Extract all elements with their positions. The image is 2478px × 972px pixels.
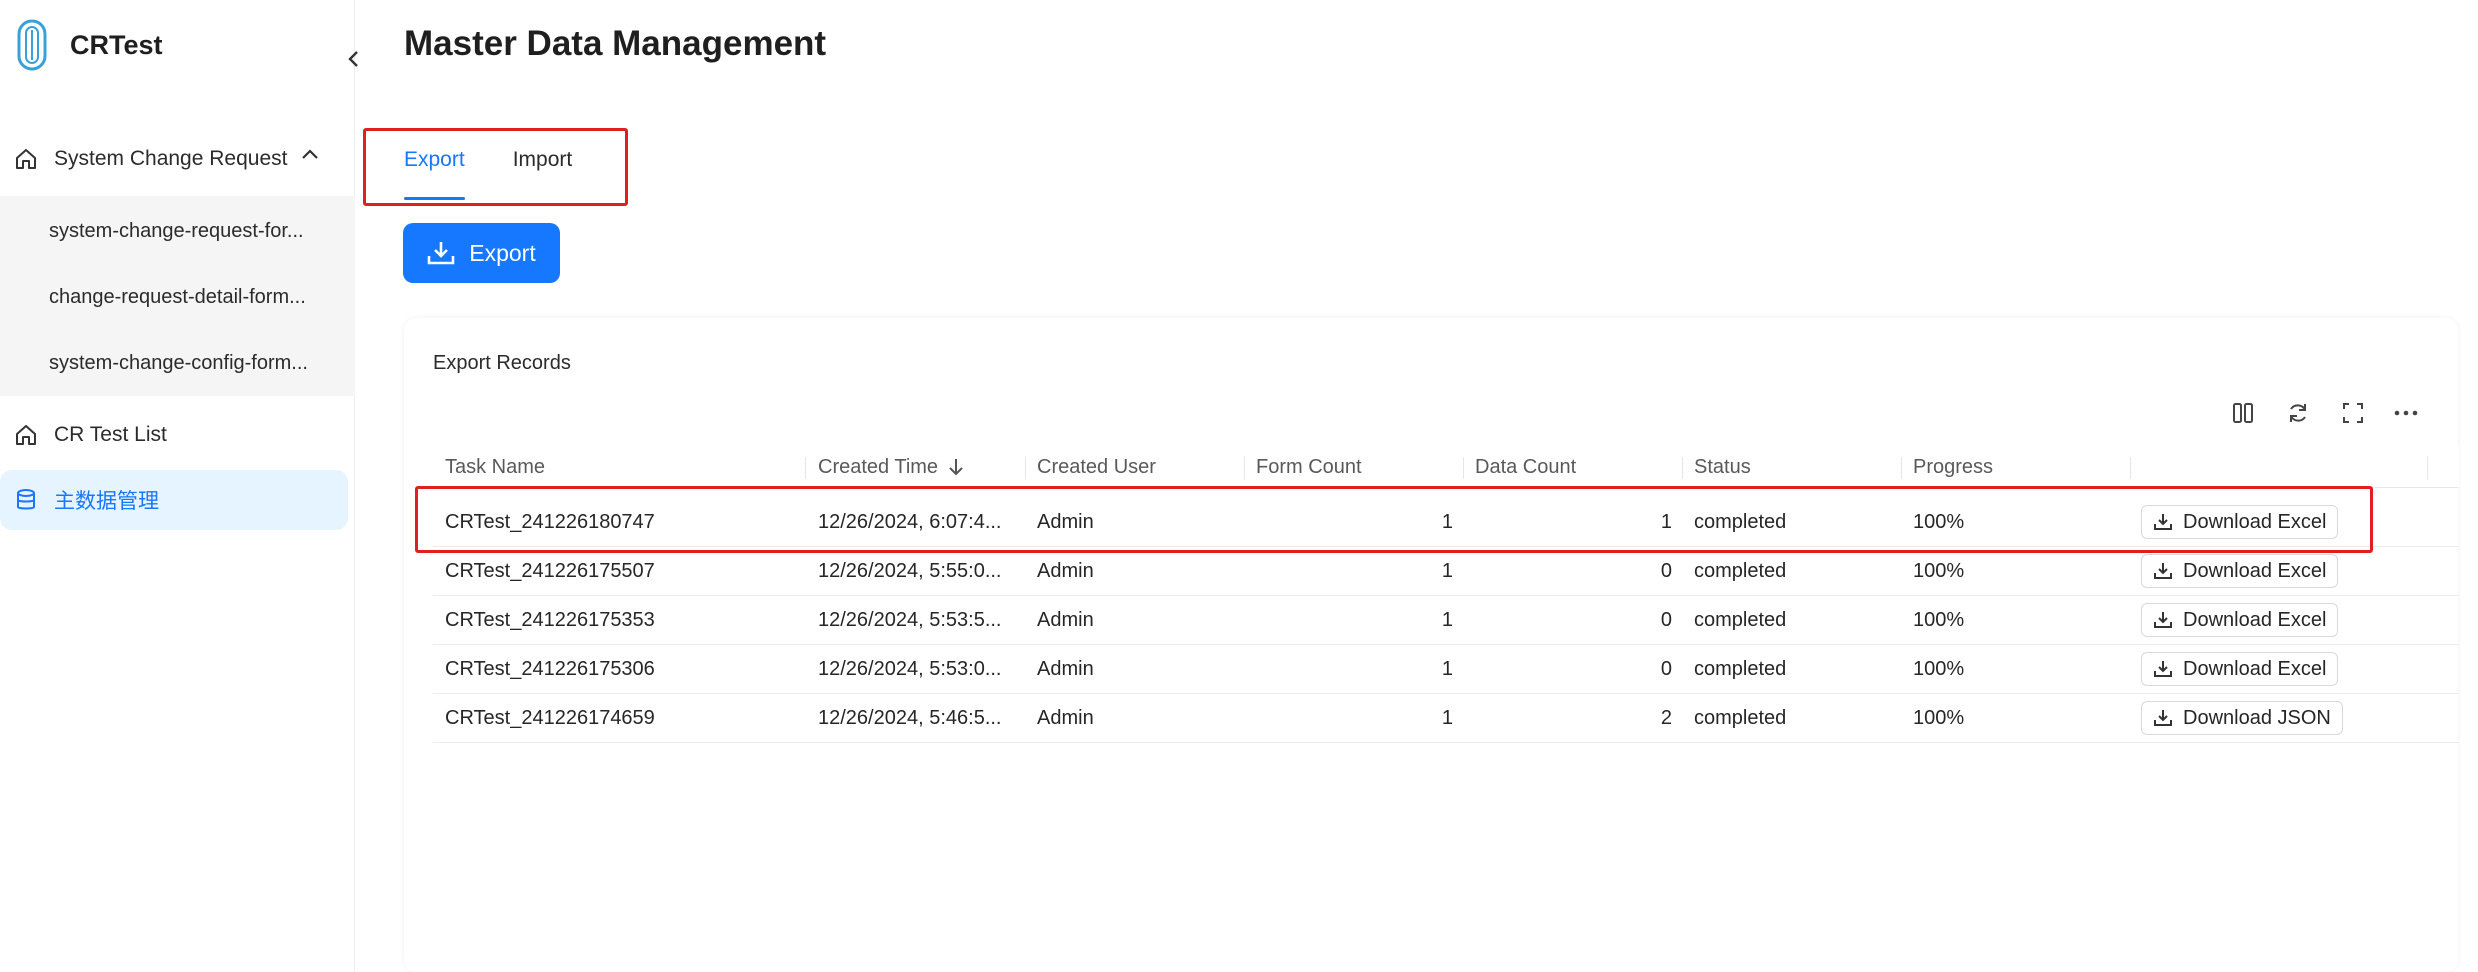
cell-data-count: 0 [1660, 609, 1672, 631]
download-excel-button[interactable]: Download Excel [2141, 652, 2339, 686]
cell-created-user: Admin [1037, 658, 1094, 680]
cell-status: completed [1694, 658, 1787, 680]
download-button-label: Download Excel [2183, 559, 2327, 582]
cell-created-user: Admin [1037, 609, 1094, 631]
column-divider [2427, 457, 2428, 479]
database-icon [14, 488, 38, 512]
sidebar: CRTest System Change Request system-chan… [0, 0, 358, 972]
table-header: Task Name Created Time Created User Form… [433, 446, 2459, 488]
column-header-task-name[interactable]: Task Name [433, 446, 805, 488]
cell-progress: 100% [1913, 707, 1965, 729]
chevron-up-icon [302, 149, 318, 159]
cell-progress: 100% [1913, 658, 1965, 680]
cell-form-count: 1 [1441, 707, 1453, 729]
download-icon [2153, 659, 2173, 679]
cell-progress: 100% [1913, 560, 1965, 582]
sidebar-subitem-system-change-config-form[interactable]: system-change-config-form... [49, 333, 334, 393]
sidebar-item-master-data[interactable]: 主数据管理 [0, 470, 348, 530]
sidebar-item-label: System Change Request [54, 147, 288, 170]
sidebar-subitem-change-request-detail-form[interactable]: change-request-detail-form... [49, 267, 334, 327]
column-divider [2130, 457, 2131, 479]
cell-status: completed [1694, 609, 1787, 631]
cell-status: completed [1694, 560, 1787, 582]
column-header-status[interactable]: Status [1682, 446, 1901, 488]
download-excel-button[interactable]: Download Excel [2141, 603, 2339, 637]
cell-created-user: Admin [1037, 707, 1094, 729]
table-row: CRTest_241226175507 12/26/2024, 5:55:0..… [433, 547, 2459, 596]
cell-task-name: CRTest_241226175306 [445, 658, 655, 680]
cell-task-name: CRTest_241226174659 [445, 707, 655, 729]
download-button-label: Download Excel [2183, 657, 2327, 680]
cell-task-name: CRTest_241226175353 [445, 609, 655, 631]
sort-descending-icon [949, 459, 963, 476]
card-title: Export Records [433, 352, 571, 374]
column-header-data-count[interactable]: Data Count [1463, 446, 1682, 488]
export-button[interactable]: Export [403, 223, 560, 283]
cell-created-time: 12/26/2024, 5:46:5... [818, 707, 1002, 729]
download-icon [2153, 708, 2173, 728]
table-row: CRTest_241226174659 12/26/2024, 5:46:5..… [433, 694, 2459, 743]
download-icon [2153, 561, 2173, 581]
cell-form-count: 1 [1441, 560, 1453, 582]
home-icon [14, 423, 38, 447]
refresh-icon[interactable] [2283, 398, 2313, 428]
column-header-created-user[interactable]: Created User [1025, 446, 1244, 488]
chevron-left-icon [348, 51, 358, 67]
column-header-progress[interactable]: Progress [1901, 446, 2130, 488]
column-header-form-count[interactable]: Form Count [1244, 446, 1463, 488]
cell-data-count: 0 [1660, 658, 1672, 680]
highlight-box-tabs [363, 128, 628, 206]
cell-task-name: CRTest_241226175507 [445, 560, 655, 582]
cell-created-time: 12/26/2024, 5:55:0... [818, 560, 1002, 582]
cell-created-time: 12/26/2024, 5:53:0... [818, 658, 1002, 680]
column-settings-icon[interactable] [2228, 398, 2258, 428]
table-row: CRTest_241226175353 12/26/2024, 5:53:5..… [433, 596, 2459, 645]
sidebar-item-label: CR Test List [54, 423, 167, 446]
app-name: CRTest [70, 29, 163, 60]
download-excel-button[interactable]: Download Excel [2141, 554, 2339, 588]
cell-form-count: 1 [1441, 658, 1453, 680]
sidebar-collapse-button[interactable] [340, 45, 368, 73]
download-json-button[interactable]: Download JSON [2141, 701, 2343, 735]
more-icon[interactable] [2391, 398, 2421, 428]
page-title: Master Data Management [404, 24, 827, 63]
sidebar-item-cr-test-list[interactable]: CR Test List [0, 405, 348, 465]
sidebar-item-system-change-request[interactable]: System Change Request [0, 129, 348, 189]
logo-icon [17, 19, 47, 71]
cell-progress: 100% [1913, 609, 1965, 631]
column-header-label: Created Time [818, 455, 939, 478]
cell-created-time: 12/26/2024, 5:53:5... [818, 609, 1002, 631]
app-logo[interactable]: CRTest [16, 18, 163, 72]
table-row: CRTest_241226175306 12/26/2024, 5:53:0..… [433, 645, 2459, 694]
download-button-label: Download Excel [2183, 608, 2327, 631]
home-icon [14, 147, 38, 171]
fullscreen-icon[interactable] [2338, 398, 2368, 428]
sidebar-subitem-system-change-request-form[interactable]: system-change-request-for... [49, 201, 334, 261]
cell-data-count: 0 [1660, 560, 1672, 582]
export-button-label: Export [469, 239, 536, 266]
download-icon [2153, 610, 2173, 630]
cell-created-user: Admin [1037, 560, 1094, 582]
download-button-label: Download JSON [2183, 706, 2331, 729]
download-icon [427, 240, 455, 266]
cell-data-count: 2 [1660, 707, 1672, 729]
sidebar-item-label: 主数据管理 [54, 490, 159, 513]
highlight-box-first-row [415, 486, 2373, 553]
column-header-created-time[interactable]: Created Time [806, 446, 1025, 488]
cell-status: completed [1694, 707, 1787, 729]
cell-form-count: 1 [1441, 609, 1453, 631]
